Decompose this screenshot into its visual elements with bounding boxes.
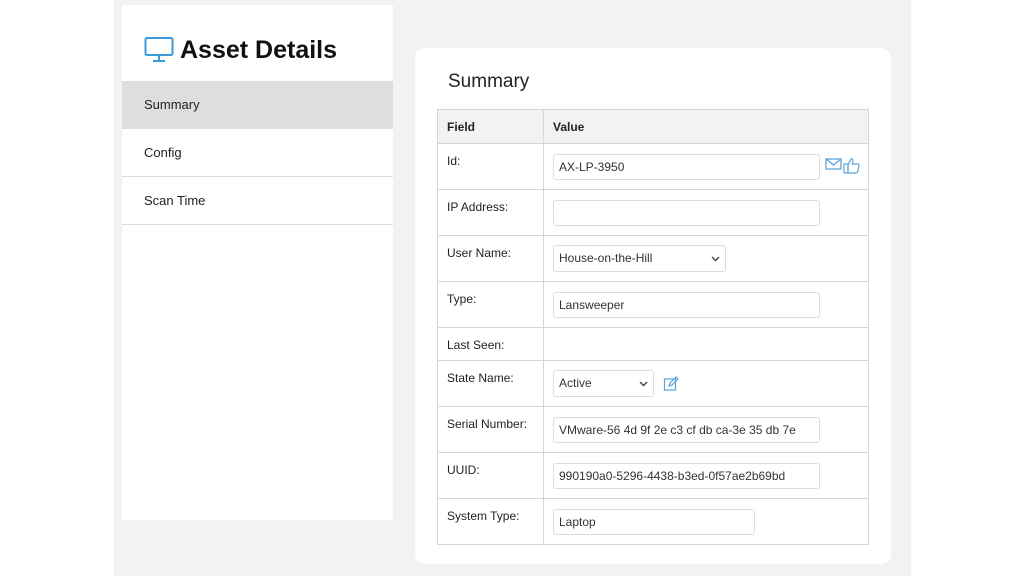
user-name-cell: House-on-the-Hill: [543, 235, 869, 282]
serial-number-cell: VMware-56 4d 9f 2e c3 cf db ca-3e 35 db …: [543, 406, 869, 453]
sidebar: Asset Details Summary Config Scan Time: [122, 5, 393, 520]
summary-card: Summary Field Value Id: AX-LP-3950 IP Ad…: [415, 48, 891, 564]
summary-title: Summary: [448, 71, 530, 92]
table-row: Id: AX-LP-3950: [437, 143, 869, 190]
sidebar-item-config[interactable]: Config: [122, 129, 393, 177]
type-field[interactable]: Lansweeper: [553, 291, 820, 318]
sidebar-item-scan-time[interactable]: Scan Time: [122, 177, 393, 225]
summary-table: Field Value Id: AX-LP-3950 IP Address: U…: [437, 109, 869, 545]
system-type-field[interactable]: Laptop: [553, 508, 755, 535]
user-name-select[interactable]: House-on-the-Hill: [553, 245, 726, 272]
id-field[interactable]: AX-LP-3950: [553, 153, 820, 180]
monitor-icon: [144, 37, 174, 62]
value-column-header: Value: [543, 109, 869, 144]
table-row: State Name: Active: [437, 360, 869, 407]
state-name-select[interactable]: Active: [553, 370, 654, 397]
type-label: Type:: [437, 281, 544, 328]
type-cell: Lansweeper: [543, 281, 869, 328]
sidebar-item-summary[interactable]: Summary: [122, 81, 393, 129]
edit-icon[interactable]: [663, 375, 680, 392]
id-label: Id:: [437, 143, 544, 190]
chevron-down-icon: [711, 256, 720, 261]
last-seen-value: [543, 327, 869, 361]
serial-number-label: Serial Number:: [437, 406, 544, 453]
chevron-down-icon: [639, 381, 648, 386]
state-name-label: State Name:: [437, 360, 544, 407]
uuid-cell: 990190a0-5296-4438-b3ed-0f57ae2b69bd: [543, 452, 869, 499]
field-column-header: Field: [437, 109, 544, 144]
user-name-label: User Name:: [437, 235, 544, 282]
table-row: Type: Lansweeper: [437, 281, 869, 328]
system-type-label: System Type:: [437, 498, 544, 545]
user-name-selected: House-on-the-Hill: [559, 251, 653, 265]
table-header-row: Field Value: [437, 109, 869, 144]
table-row: IP Address:: [437, 189, 869, 236]
last-seen-label: Last Seen:: [437, 327, 544, 361]
sidebar-header: Asset Details: [122, 5, 393, 81]
id-cell: AX-LP-3950: [543, 143, 869, 190]
table-row: Last Seen:: [437, 327, 869, 361]
table-row: System Type: Laptop: [437, 498, 869, 545]
system-type-cell: Laptop: [543, 498, 869, 545]
uuid-label: UUID:: [437, 452, 544, 499]
table-row: Serial Number: VMware-56 4d 9f 2e c3 cf …: [437, 406, 869, 453]
table-row: UUID: 990190a0-5296-4438-b3ed-0f57ae2b69…: [437, 452, 869, 499]
ip-address-label: IP Address:: [437, 189, 544, 236]
email-icon[interactable]: [825, 157, 842, 171]
id-actions: [825, 157, 860, 174]
state-name-cell: Active: [543, 360, 869, 407]
state-name-selected: Active: [559, 376, 592, 390]
thumbs-up-icon[interactable]: [843, 157, 860, 174]
table-row: User Name: House-on-the-Hill: [437, 235, 869, 282]
uuid-field[interactable]: 990190a0-5296-4438-b3ed-0f57ae2b69bd: [553, 462, 820, 489]
ip-address-field[interactable]: [553, 199, 820, 226]
serial-number-field[interactable]: VMware-56 4d 9f 2e c3 cf db ca-3e 35 db …: [553, 416, 820, 443]
ip-address-cell: [543, 189, 869, 236]
page-title: Asset Details: [180, 36, 338, 64]
